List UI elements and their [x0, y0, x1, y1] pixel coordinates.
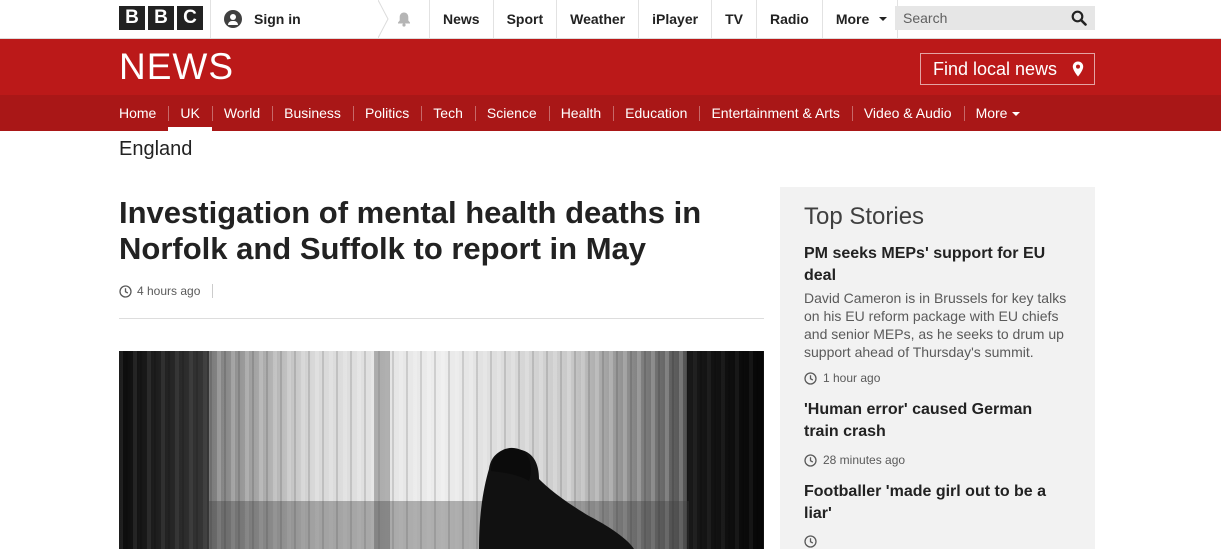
- top-story-time: 1 hour ago: [804, 371, 1071, 385]
- article-timestamp: 4 hours ago: [137, 284, 201, 298]
- notifications-bell-icon[interactable]: [396, 11, 412, 27]
- section-nav-home[interactable]: Home: [119, 95, 168, 131]
- bbc-logo-block: B: [119, 6, 145, 30]
- top-story-summary: David Cameron is in Brussels for key tal…: [804, 290, 1067, 360]
- section-nav-world[interactable]: World: [211, 95, 272, 131]
- bbc-logo[interactable]: B B C: [119, 6, 203, 30]
- find-local-news-button[interactable]: Find local news: [920, 53, 1095, 85]
- section-nav-video-audio[interactable]: Video & Audio: [851, 95, 964, 131]
- top-story-item[interactable]: Footballer 'made girl out to be a liar': [804, 481, 1071, 548]
- section-nav-politics[interactable]: Politics: [352, 95, 421, 131]
- sign-in-link[interactable]: Sign in: [224, 0, 301, 38]
- bbc-top-bar: B B C Sign in News Sport Weather iPlayer…: [0, 0, 1221, 39]
- section-nav-more-label: More: [975, 105, 1008, 121]
- top-nav-more[interactable]: More: [821, 0, 899, 38]
- section-nav-entertainment-arts[interactable]: Entertainment & Arts: [699, 95, 851, 131]
- divider: [210, 0, 211, 38]
- top-story-timestamp: 1 hour ago: [823, 371, 881, 385]
- divider: [119, 318, 764, 319]
- bbc-logo-block: C: [177, 6, 203, 30]
- top-story-item[interactable]: 'Human error' caused German train crash …: [804, 399, 1071, 467]
- top-nav-more-label: More: [835, 11, 870, 27]
- section-nav-uk[interactable]: UK: [168, 95, 213, 131]
- clock-icon: [804, 535, 817, 548]
- search-icon[interactable]: [1071, 10, 1087, 26]
- section-nav-tech[interactable]: Tech: [421, 95, 475, 131]
- search-box: [895, 6, 1095, 30]
- section-nav-science[interactable]: Science: [474, 95, 549, 131]
- top-story-timestamp: 28 minutes ago: [823, 453, 906, 467]
- article-meta: 4 hours ago: [119, 284, 214, 298]
- article-headline: Investigation of mental health deaths in…: [119, 195, 702, 266]
- top-nav-tv[interactable]: TV: [711, 0, 756, 38]
- top-nav-radio[interactable]: Radio: [755, 0, 822, 38]
- news-section-nav: Home UK World Business Politics Tech Sci…: [0, 95, 1221, 131]
- top-story-headline[interactable]: Footballer 'made girl out to be a liar': [804, 481, 1071, 525]
- caret-down-icon: [879, 17, 888, 21]
- section-nav-health[interactable]: Health: [548, 95, 613, 131]
- section-nav-more[interactable]: More: [963, 95, 1033, 131]
- sign-in-label: Sign in: [254, 11, 301, 27]
- clock-icon: [804, 453, 817, 467]
- news-logo[interactable]: NEWS: [119, 48, 234, 85]
- section-nav-business[interactable]: Business: [272, 95, 353, 131]
- bbc-logo-block: B: [148, 6, 174, 30]
- caret-down-icon: [1012, 112, 1021, 117]
- search-input[interactable]: [895, 6, 1065, 30]
- top-stories-panel: Top Stories PM seeks MEPs' support for E…: [780, 187, 1095, 549]
- article-hero-image: [119, 351, 764, 549]
- find-local-news-label: Find local news: [933, 59, 1058, 79]
- top-nav-iplayer[interactable]: iPlayer: [638, 0, 711, 38]
- top-nav-news[interactable]: News: [429, 0, 493, 38]
- top-story-time: [804, 535, 1071, 548]
- news-masthead: NEWS Find local news: [0, 39, 1221, 95]
- bbc-top-nav: News Sport Weather iPlayer TV Radio More: [429, 0, 899, 38]
- divider: [212, 284, 214, 298]
- chevron-divider-icon: [378, 0, 389, 38]
- top-nav-sport[interactable]: Sport: [492, 0, 557, 38]
- top-story-headline[interactable]: PM seeks MEPs' support for EU deal: [804, 243, 1071, 287]
- section-title[interactable]: England: [119, 138, 192, 161]
- clock-icon: [804, 371, 817, 385]
- clock-icon: [119, 284, 132, 298]
- top-story-headline[interactable]: 'Human error' caused German train crash: [804, 399, 1071, 443]
- top-story-item[interactable]: PM seeks MEPs' support for EU deal David…: [804, 243, 1071, 385]
- top-nav-weather[interactable]: Weather: [556, 0, 638, 38]
- section-nav-education[interactable]: Education: [613, 95, 699, 131]
- user-icon: [224, 10, 242, 28]
- top-stories-title: Top Stories: [804, 203, 925, 230]
- top-story-time: 28 minutes ago: [804, 453, 1071, 467]
- location-pin-icon: [1072, 61, 1084, 77]
